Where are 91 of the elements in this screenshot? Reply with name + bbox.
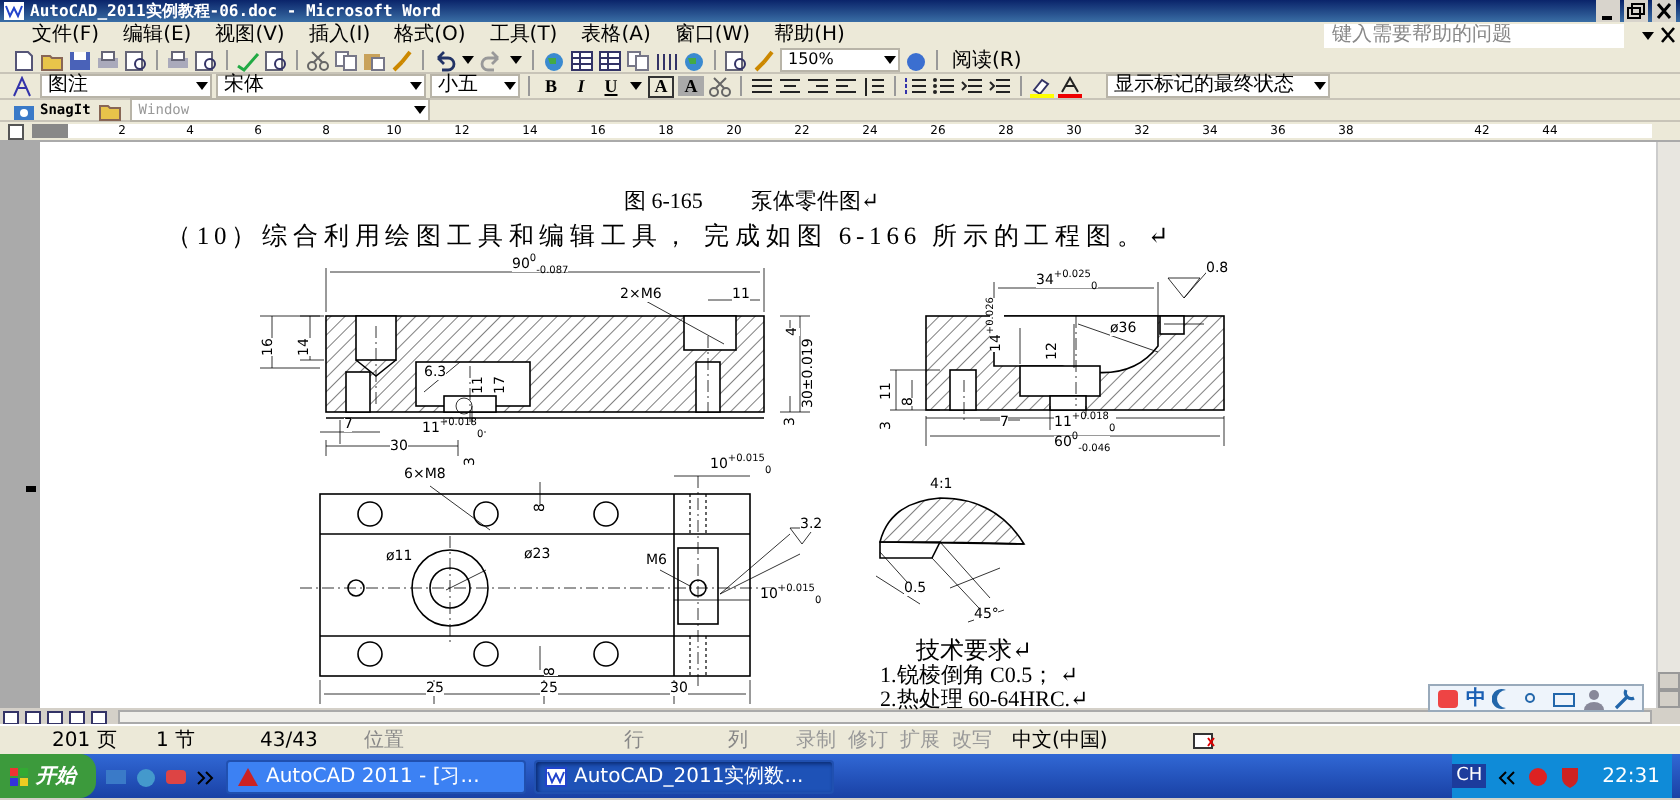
justify-icon[interactable] bbox=[750, 75, 774, 97]
menu-item[interactable]: 窗口(W) bbox=[674, 22, 751, 48]
cut-icon[interactable] bbox=[708, 75, 732, 97]
print-icon[interactable] bbox=[96, 49, 120, 71]
language-button[interactable]: CH bbox=[1452, 764, 1487, 788]
figure-caption-title: 泵体零件图↵ bbox=[750, 188, 880, 216]
columns-icon[interactable] bbox=[654, 49, 678, 71]
page-count: 43/43 bbox=[260, 729, 320, 751]
cad-app-icon bbox=[236, 765, 260, 787]
chevron-icon[interactable] bbox=[1494, 765, 1519, 787]
font-size-dropdown[interactable]: 小五 bbox=[430, 74, 520, 98]
undo-icon[interactable] bbox=[432, 49, 456, 71]
menu-item[interactable]: 工具(T) bbox=[489, 22, 558, 48]
window-title: AutoCAD_2011实例教程-06.doc - Microsoft Word bbox=[30, 0, 443, 22]
horizontal-scrollbar[interactable] bbox=[118, 709, 1652, 723]
paste-icon[interactable] bbox=[362, 49, 386, 71]
style-dropdown[interactable]: 图注 bbox=[40, 74, 212, 98]
caret-icon[interactable] bbox=[1310, 82, 1328, 90]
menu-item[interactable]: 编辑(E) bbox=[123, 22, 192, 48]
indent-icon[interactable] bbox=[960, 75, 984, 97]
copy-icon[interactable] bbox=[626, 49, 650, 71]
selection-marker bbox=[26, 486, 36, 492]
requirement-line: 1.锐棱倒角 C0.5； ↵ bbox=[880, 664, 1081, 688]
tab-stop-icon[interactable] bbox=[8, 123, 24, 139]
input-mode-toggle[interactable]: 中 bbox=[1466, 684, 1486, 712]
requirement-line: 2.热处理 60-64HRC.↵ bbox=[880, 688, 1089, 712]
font-dropdown[interactable]: 宋体 bbox=[216, 74, 426, 98]
numbered-list-icon[interactable] bbox=[904, 75, 928, 97]
save-icon[interactable] bbox=[68, 49, 92, 71]
requirements-title: 技术要求↵ bbox=[914, 638, 1035, 664]
table-icon[interactable] bbox=[598, 49, 622, 71]
caret-icon[interactable] bbox=[192, 82, 210, 90]
highlight-icon[interactable] bbox=[1030, 75, 1054, 97]
caret-icon[interactable] bbox=[500, 82, 518, 90]
copy-icon[interactable] bbox=[334, 49, 358, 71]
position-indicator: 位置 bbox=[364, 727, 406, 754]
caret-icon[interactable] bbox=[880, 56, 898, 64]
line-indicator: 行 bbox=[624, 728, 646, 754]
word-document-icon bbox=[4, 2, 24, 20]
cut-icon[interactable] bbox=[306, 49, 330, 71]
preview-icon[interactable] bbox=[264, 49, 288, 71]
windows-flag-icon bbox=[8, 765, 32, 787]
instruction-paragraph: （10）综合利用绘图工具和编辑工具， 完成如图 6-166 所示的工程图。↵ bbox=[164, 222, 1176, 252]
wrench-icon[interactable] bbox=[1612, 687, 1636, 709]
taskbar-button[interactable]: AutoCAD_2011实例数... bbox=[534, 759, 834, 793]
spelling-status-icon[interactable] bbox=[1192, 729, 1216, 751]
align-left-icon[interactable] bbox=[834, 75, 858, 97]
print-icon[interactable] bbox=[166, 49, 190, 71]
help-search-field[interactable]: 键入需要帮助的问题 bbox=[1324, 23, 1624, 47]
menu-item[interactable]: 插入(I) bbox=[308, 22, 371, 48]
language-indicator: 中文(中国) bbox=[1012, 727, 1110, 754]
preview-icon[interactable] bbox=[124, 49, 148, 71]
column-indicator: 列 bbox=[728, 728, 750, 754]
page-indicator: 201 页 bbox=[52, 728, 119, 754]
italic-button[interactable]: I bbox=[568, 76, 594, 96]
ruler-margin bbox=[32, 124, 68, 138]
read-button[interactable]: 阅读(R) bbox=[946, 46, 1028, 74]
user-icon[interactable] bbox=[1582, 687, 1606, 709]
shading-button[interactable]: A bbox=[678, 76, 704, 96]
align-center-icon[interactable] bbox=[778, 75, 802, 97]
menu-item[interactable]: 表格(A) bbox=[581, 22, 651, 48]
preview-icon[interactable] bbox=[194, 49, 218, 71]
start-button[interactable]: 开始 bbox=[0, 754, 96, 798]
line-spacing-icon[interactable] bbox=[862, 75, 886, 97]
menu-item[interactable]: 格式(O) bbox=[394, 22, 466, 48]
menu-item[interactable]: 视图(V) bbox=[215, 22, 285, 48]
bold-button[interactable]: B bbox=[538, 76, 564, 96]
close-icon[interactable] bbox=[1652, 0, 1676, 22]
word-document-icon bbox=[544, 765, 568, 787]
taskbar-button[interactable]: AutoCAD 2011 - [习... bbox=[226, 759, 526, 793]
table-icon[interactable] bbox=[570, 49, 594, 71]
bullet-list-icon[interactable] bbox=[932, 75, 956, 97]
indent-icon[interactable] bbox=[988, 75, 1012, 97]
menu-item[interactable]: 文件(F) bbox=[32, 22, 100, 48]
preview-icon[interactable] bbox=[724, 49, 748, 71]
restore-icon[interactable] bbox=[1624, 0, 1648, 22]
spellcheck-icon[interactable] bbox=[236, 49, 260, 71]
markup-view-dropdown[interactable]: 显示标记的最终状态 bbox=[1106, 74, 1330, 98]
underline-button[interactable]: U bbox=[598, 76, 624, 96]
align-right-icon[interactable] bbox=[806, 75, 830, 97]
section-indicator: 1 节 bbox=[156, 727, 198, 754]
close-icon[interactable] bbox=[1656, 24, 1680, 46]
font-color-icon[interactable] bbox=[1058, 75, 1082, 97]
minimize-icon[interactable] bbox=[1596, 0, 1620, 22]
figure-caption-number: 图 6-165 bbox=[624, 188, 703, 216]
menu-item[interactable]: 帮助(H) bbox=[774, 22, 845, 48]
clock: 22:31 bbox=[1602, 765, 1660, 787]
style-pane-icon[interactable] bbox=[12, 75, 36, 97]
border-button[interactable]: A bbox=[648, 75, 674, 97]
chevron-icon[interactable] bbox=[194, 765, 218, 787]
zoom-dropdown[interactable]: 150% bbox=[780, 48, 900, 72]
